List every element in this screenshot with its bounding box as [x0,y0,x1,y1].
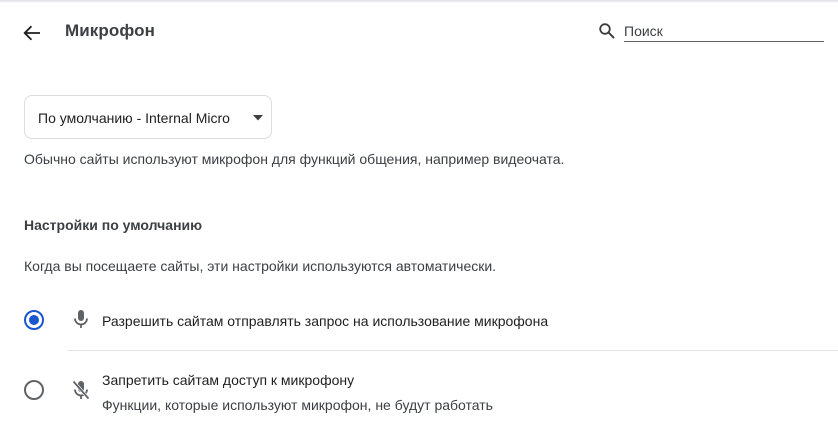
header: Микрофон [0,0,838,64]
default-settings-description: Когда вы посещаете сайты, эти настройки … [24,258,497,274]
device-select-value: По умолчанию - Internal Micro [38,110,230,126]
search-input[interactable] [624,20,824,42]
caret-down-icon [253,115,263,121]
option-block-label: Запретить сайтам доступ к микрофону [102,372,355,388]
radio-allow-ask[interactable] [24,310,44,330]
option-block-sublabel: Функции, которые используют микрофон, не… [102,397,493,413]
search-box [598,20,824,42]
search-icon[interactable] [598,22,616,40]
option-allow-label: Разрешить сайтам отправлять запрос на ис… [102,313,549,329]
back-button[interactable] [14,18,50,48]
radio-block[interactable] [24,380,44,400]
settings-page: Микрофон По умолчанию - Internal Micro О… [0,0,838,443]
microphone-description: Обычно сайты используют микрофон для фун… [24,151,565,167]
default-settings-heading: Настройки по умолчанию [24,217,203,233]
mic-off-icon [72,380,90,400]
microphone-device-select[interactable]: По умолчанию - Internal Micro [24,95,272,139]
page-title: Микрофон [65,21,155,40]
option-divider [68,350,838,351]
option-block[interactable]: Запретить сайтам доступ к микрофону Функ… [0,352,838,428]
arrow-back-icon [23,25,40,41]
option-allow-ask[interactable]: Разрешить сайтам отправлять запрос на ис… [0,296,838,350]
mic-icon [74,310,88,328]
